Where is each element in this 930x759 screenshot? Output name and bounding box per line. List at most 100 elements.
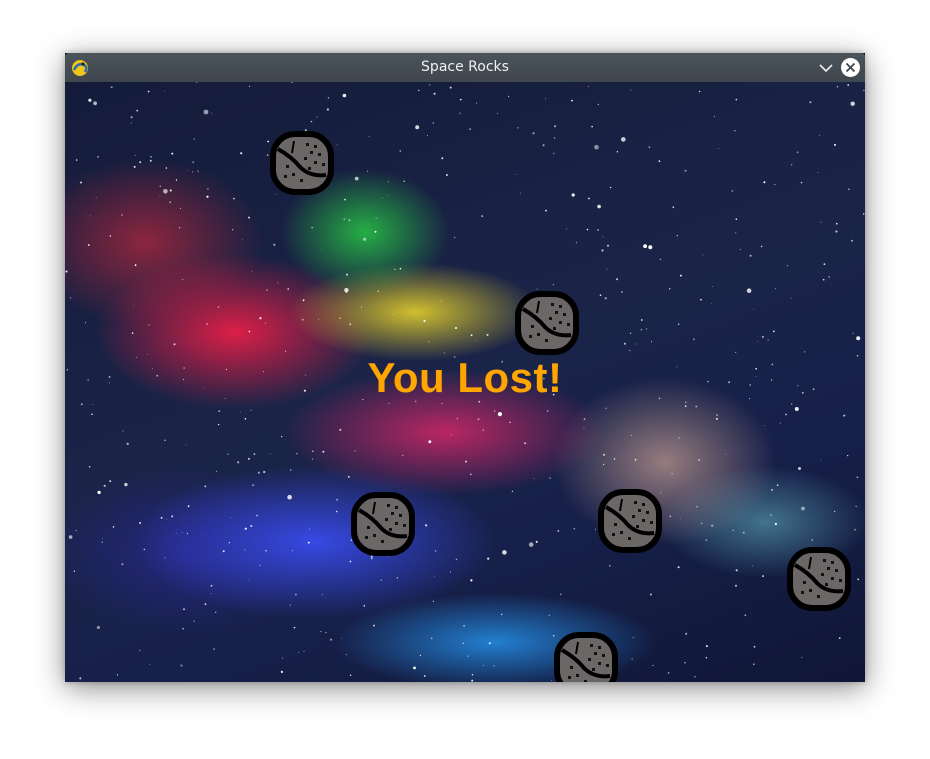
star xyxy=(432,122,435,124)
star xyxy=(228,542,230,544)
star xyxy=(774,522,778,526)
star xyxy=(273,243,276,246)
star xyxy=(256,514,258,517)
close-icon xyxy=(845,62,856,73)
star xyxy=(301,318,304,321)
title-bar[interactable]: Space Rocks xyxy=(65,53,865,82)
star xyxy=(381,197,383,199)
star xyxy=(449,86,452,89)
star xyxy=(91,413,93,416)
star xyxy=(88,98,92,102)
star xyxy=(240,152,243,155)
star xyxy=(602,236,604,238)
star xyxy=(164,90,165,92)
star xyxy=(553,137,556,139)
star xyxy=(423,319,426,323)
star xyxy=(336,498,339,501)
star xyxy=(342,93,347,98)
star xyxy=(293,626,296,629)
chevron-down-icon[interactable] xyxy=(817,59,835,77)
star xyxy=(854,528,856,531)
star xyxy=(588,197,590,200)
star xyxy=(601,249,604,252)
star xyxy=(800,181,803,184)
star xyxy=(770,514,772,516)
star xyxy=(616,278,619,281)
star xyxy=(735,218,738,220)
window-title: Space Rocks xyxy=(421,59,509,75)
star xyxy=(476,340,478,341)
star xyxy=(96,625,100,630)
star xyxy=(471,679,474,682)
star xyxy=(216,470,218,472)
star xyxy=(139,522,142,524)
star xyxy=(836,222,838,225)
star xyxy=(669,288,671,290)
star xyxy=(80,181,82,184)
game-canvas[interactable]: You Lost! xyxy=(65,82,865,682)
star xyxy=(440,300,442,302)
star xyxy=(476,102,478,104)
star xyxy=(855,505,857,507)
star xyxy=(775,288,777,290)
star xyxy=(396,577,398,579)
star xyxy=(311,226,313,229)
star xyxy=(453,236,456,239)
star xyxy=(89,215,91,217)
close-button[interactable] xyxy=(841,58,860,77)
star xyxy=(586,228,589,231)
star xyxy=(488,642,491,645)
star xyxy=(667,672,670,674)
star xyxy=(547,410,549,412)
star xyxy=(159,185,162,188)
star xyxy=(233,197,235,200)
star xyxy=(339,317,341,319)
star xyxy=(347,476,350,478)
star xyxy=(469,128,471,130)
star xyxy=(217,423,220,426)
star xyxy=(192,161,195,164)
star xyxy=(856,476,859,479)
star xyxy=(651,341,652,343)
star xyxy=(772,330,775,333)
star xyxy=(486,333,489,336)
star xyxy=(819,135,820,137)
star xyxy=(640,319,643,321)
star xyxy=(634,458,637,461)
star xyxy=(428,440,432,444)
star xyxy=(164,557,166,559)
star xyxy=(700,298,702,301)
star xyxy=(206,195,209,198)
star xyxy=(715,417,718,420)
star xyxy=(121,214,123,216)
star xyxy=(210,593,212,595)
star xyxy=(282,657,283,659)
star xyxy=(180,664,183,667)
star xyxy=(528,542,534,547)
star xyxy=(517,127,519,129)
star xyxy=(746,288,752,293)
star xyxy=(679,274,682,277)
star xyxy=(399,150,402,152)
star xyxy=(380,579,382,581)
star xyxy=(290,469,292,471)
star xyxy=(676,234,678,237)
star xyxy=(659,258,662,261)
star xyxy=(192,171,194,173)
star xyxy=(763,181,766,184)
star xyxy=(801,656,803,658)
star xyxy=(93,101,97,106)
star xyxy=(281,436,283,438)
star xyxy=(545,98,547,100)
star xyxy=(847,84,849,86)
star xyxy=(785,413,787,416)
star xyxy=(139,161,142,164)
star xyxy=(459,112,461,114)
star xyxy=(554,125,556,128)
star xyxy=(471,674,474,676)
star xyxy=(80,403,83,406)
star xyxy=(477,418,480,421)
star xyxy=(786,265,788,267)
star xyxy=(166,518,168,520)
star xyxy=(646,328,648,330)
